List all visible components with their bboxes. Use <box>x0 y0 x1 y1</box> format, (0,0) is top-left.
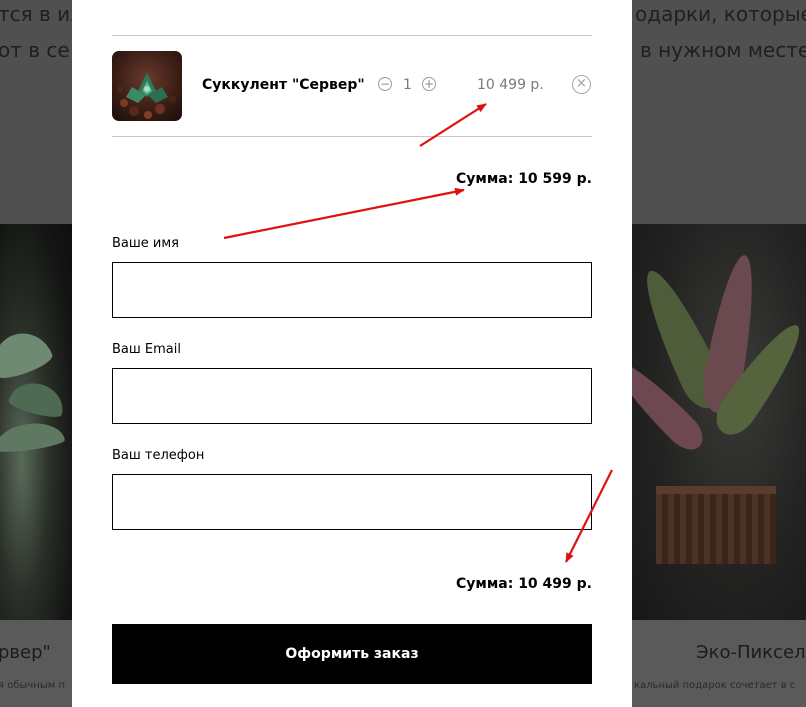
cart-modal: Суккулент "Сервер" − 1 + 10 499 р. × Сум… <box>72 0 632 707</box>
phone-field[interactable] <box>112 474 592 530</box>
divider <box>112 35 592 36</box>
product-image-right <box>632 224 806 620</box>
item-price: 10 499 р. <box>477 77 544 93</box>
quantity-value: 1 <box>403 77 412 93</box>
plus-circle-icon[interactable]: + <box>422 77 436 91</box>
product-name: Суккулент "Сервер" <box>202 77 365 93</box>
email-input[interactable] <box>113 369 591 423</box>
bg-caption-strip <box>632 620 806 707</box>
phone-label: Ваш телефон <box>112 448 205 463</box>
bg-product-title: рвер" <box>0 642 51 663</box>
bg-text: в нужном месте <box>640 38 806 62</box>
cart-total-top: Сумма: 10 599 р. <box>455 171 592 187</box>
product-image-left <box>0 224 72 620</box>
divider <box>112 136 592 137</box>
bg-product-desc: я обычным п <box>0 680 65 691</box>
name-input[interactable] <box>113 263 591 317</box>
name-field[interactable] <box>112 262 592 318</box>
cart-total-bottom: Сумма: 10 499 р. <box>455 576 592 592</box>
succulent-image <box>117 73 176 119</box>
name-label: Ваше имя <box>112 236 179 251</box>
close-circle-icon[interactable]: × <box>572 75 591 94</box>
bg-caption-strip <box>0 620 72 707</box>
email-label: Ваш Email <box>112 342 181 357</box>
submit-order-button[interactable]: Оформить заказ <box>112 624 592 684</box>
bg-product-title: Эко-Пиксель <box>696 642 806 663</box>
phone-input[interactable] <box>113 475 591 529</box>
bg-product-desc: кальный подарок сочетает в с <box>634 680 796 691</box>
bg-text: одарки, которые <box>635 2 806 26</box>
bg-text: от в се <box>0 38 70 62</box>
email-field[interactable] <box>112 368 592 424</box>
bg-text: тся в из <box>0 2 81 26</box>
product-thumbnail <box>112 51 182 121</box>
minus-circle-icon[interactable]: − <box>378 77 392 91</box>
